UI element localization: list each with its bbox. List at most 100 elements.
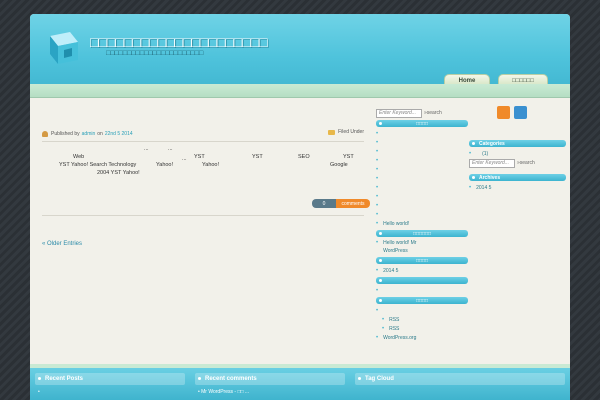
folder-icon (328, 129, 336, 135)
post-text: Yahoo! (202, 162, 220, 168)
widget-title: □□□□□□ (412, 230, 432, 237)
widget-title: □□□□ (415, 257, 429, 264)
cube-logo-icon[interactable] (42, 28, 84, 70)
comments-badge[interactable]: 0 comments (312, 199, 370, 208)
category-item[interactable]: (1) (469, 149, 566, 158)
post-end-divider (42, 215, 364, 216)
post-text: ... (182, 156, 187, 162)
post-text: YST (252, 154, 263, 160)
widget-title-bar: □□□□ (376, 257, 468, 264)
recent-post-link[interactable]: Hello world! (376, 219, 468, 228)
post-text: YST (194, 154, 205, 160)
bullet-icon (379, 232, 382, 235)
post-text: ... (168, 146, 173, 152)
widget-title-bar: □□□□ (376, 297, 468, 304)
page-container: □□□□□□□□□□□□□□□□□□□□□ □□□□□□□□□□□□□□□□□□… (30, 14, 570, 400)
footer-recent-comment[interactable]: • Mr WordPress - □□ ... (198, 389, 249, 395)
footer-widget-title: Tag Cloud (355, 373, 565, 385)
list-item[interactable] (376, 165, 468, 174)
list-item[interactable] (376, 192, 468, 201)
bullet-icon (472, 176, 475, 179)
category-count: (1) (482, 150, 489, 157)
bullet-icon (472, 142, 475, 145)
widget-title-bar (376, 277, 468, 284)
search-form-right: Enter Keyword... »search (469, 158, 566, 168)
archives-title: Archives (479, 174, 501, 181)
rss-feed-icon[interactable] (497, 106, 510, 119)
post-text: Yahoo! (156, 162, 174, 168)
wordpress-org-link[interactable]: WordPress.org (376, 333, 468, 342)
footer-list-item[interactable]: • (38, 389, 40, 395)
search-button-right[interactable]: »search (517, 160, 535, 166)
list-item[interactable] (376, 201, 468, 210)
sidebar-left: Enter Keyword... »search □□□□ Hello worl… (376, 108, 468, 342)
footer-top-line (30, 364, 570, 368)
recent-comments-title: Recent comments (205, 376, 257, 382)
widget-title-bar: Categories (469, 140, 566, 147)
rss-icons (497, 106, 531, 119)
widget-title: □□□□ (415, 297, 429, 304)
bullet-icon (379, 279, 382, 282)
post-divider (42, 141, 364, 142)
site-header: □□□□□□□□□□□□□□□□□□□□□ □□□□□□□□□□□□□□□□□□… (30, 14, 570, 92)
list-item[interactable] (376, 183, 468, 192)
archive-link[interactable]: 2014 5 (376, 266, 468, 275)
content-area: Published by admin on 22nd 5 2014 Filed … (30, 98, 570, 368)
list-item[interactable] (376, 306, 468, 315)
post-text: Google (330, 162, 348, 168)
list-item[interactable] (376, 156, 468, 165)
search-input-right[interactable]: Enter Keyword... (469, 158, 515, 168)
widget-title: □□□□ (415, 120, 429, 127)
post-text: YST Yahoo! Search Technology (59, 162, 137, 168)
widget-title-bar: □□□□□□ (376, 230, 468, 237)
site-title[interactable]: □□□□□□□□□□□□□□□□□□□□□ (90, 34, 268, 50)
footer-recent-comment-text[interactable]: Mr WordPress - □□ ... (201, 389, 249, 395)
footer-widget-title: Recent Posts (35, 373, 185, 385)
list-item[interactable] (376, 138, 468, 147)
recent-posts-title: Recent Posts (45, 376, 84, 382)
bullet-icon (198, 377, 201, 380)
nav-bar (30, 84, 570, 98)
sidebar-right: Categories (1) Enter Keyword... »search … (469, 138, 566, 192)
list-item[interactable] (376, 286, 468, 295)
list-item[interactable] (376, 210, 468, 219)
comments-link[interactable]: comments (336, 199, 370, 208)
archive-link-right[interactable]: 2014 5 (469, 183, 566, 192)
list-item[interactable] (376, 147, 468, 156)
author-link[interactable]: admin (82, 131, 96, 137)
meta-rss-link[interactable]: RSS (376, 315, 468, 324)
tag-cloud-title: Tag Cloud (365, 376, 394, 382)
comments-count[interactable]: 0 (312, 199, 336, 208)
rss-comments-icon[interactable] (514, 106, 527, 119)
list-item[interactable] (376, 174, 468, 183)
bullet-icon (379, 299, 382, 302)
bullet-icon (379, 122, 382, 125)
bullet-icon (379, 259, 382, 262)
post-text: Web (73, 154, 85, 160)
site-description: □□□□□□□□□□□□□□□□□□□□□□□ (106, 50, 204, 57)
author-icon (42, 131, 48, 137)
recent-comment-link[interactable]: Hello world! Mr WordPress (376, 239, 436, 255)
post-meta: Published by admin on 22nd 5 2014 Filed … (42, 129, 364, 139)
meta-rss-comments-link[interactable]: RSS (376, 324, 468, 333)
search-form: Enter Keyword... »search (376, 108, 468, 118)
categories-title: Categories (479, 140, 505, 147)
post-text: ... (144, 146, 149, 152)
search-input[interactable]: Enter Keyword... (376, 108, 422, 118)
published-by-label: Published by (51, 131, 80, 137)
on-label: on (97, 131, 103, 137)
search-button[interactable]: »search (424, 110, 442, 116)
post-text: SEO (298, 154, 310, 160)
post-text: 2004 YST Yahoo! (97, 170, 140, 176)
post-text: YST (343, 154, 354, 160)
footer: Recent Posts Recent comments Tag Cloud •… (30, 364, 570, 400)
bullet-icon (38, 377, 41, 380)
footer-widget-title: Recent comments (195, 373, 345, 385)
filed-under-label: Filed Under (338, 129, 364, 135)
filed-under: Filed Under (328, 129, 364, 135)
older-entries-link[interactable]: « Older Entries (42, 241, 82, 247)
widget-title-bar: □□□□ (376, 120, 468, 127)
post-date-link[interactable]: 22nd 5 2014 (105, 131, 133, 137)
widget-title-bar: Archives (469, 174, 566, 181)
list-item[interactable] (376, 129, 468, 138)
